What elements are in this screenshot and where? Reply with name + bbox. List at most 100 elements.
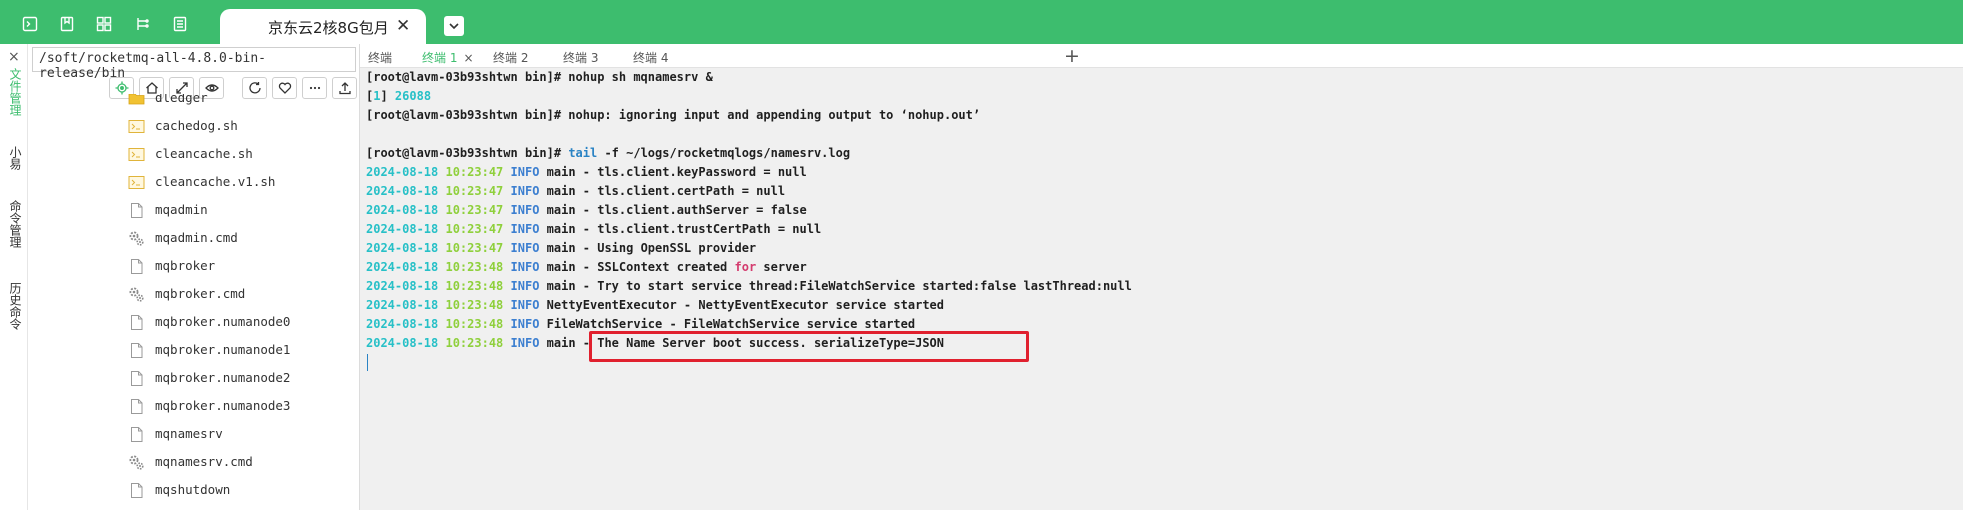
file-list-item[interactable]: mqbroker xyxy=(128,256,358,278)
tab-terminal-1[interactable]: 终端 1 × xyxy=(422,49,474,66)
file-list-item[interactable]: mqadmin xyxy=(128,200,358,222)
log-message-tail: server xyxy=(756,260,807,274)
log-message: main - tls.client.trustCertPath = null xyxy=(539,222,822,236)
log-message: main - tls.client.keyPassword = null xyxy=(539,165,807,179)
grid-icon[interactable] xyxy=(96,16,112,32)
eye-icon xyxy=(205,84,219,92)
file-name: dledger xyxy=(155,94,208,105)
file-panel: × /soft/rocketmq-all-4.8.0-bin-release/b… xyxy=(8,44,360,510)
tab-terminal[interactable]: 终端 xyxy=(368,49,392,66)
file-name: mqbroker.numanode0 xyxy=(155,314,291,329)
log-message: NettyEventExecutor - NettyEventExecutor … xyxy=(539,298,944,312)
file-list-item[interactable]: mqshutdown xyxy=(128,480,358,502)
log-message: main - tls.client.certPath = null xyxy=(539,184,786,198)
list-icon[interactable] xyxy=(172,16,188,32)
terminal-tab-bar: 终端 终端 1 × 终端 2 终端 3 终端 4 + xyxy=(360,44,1963,68)
chevron-down-icon xyxy=(449,23,459,30)
log-time: 10:23:47 xyxy=(445,241,504,255)
file-list-item[interactable]: cachedog.sh xyxy=(128,116,358,138)
log-date: 2024-08-18 xyxy=(366,222,439,236)
terminal-output[interactable]: [root@lavm-03b93shtwn bin]# nohup sh mqn… xyxy=(360,68,1963,510)
rail-item-xiaoyi[interactable]: 小易 xyxy=(6,146,22,170)
bookmark-icon[interactable] xyxy=(59,16,75,32)
log-time: 10:23:47 xyxy=(445,222,504,236)
tab-terminal-2[interactable]: 终端 2 xyxy=(493,49,528,66)
upload-icon xyxy=(339,82,351,95)
file-icon xyxy=(128,482,145,499)
file-name: mqbroker xyxy=(155,258,216,273)
script-file-icon xyxy=(128,174,145,191)
file-list-item[interactable]: mqbroker.numanode1 xyxy=(128,340,358,362)
target-icon xyxy=(115,81,129,95)
log-level: INFO xyxy=(510,203,540,217)
tab-terminal-4[interactable]: 终端 4 xyxy=(633,49,668,66)
log-level: INFO xyxy=(510,165,540,179)
log-time: 10:23:47 xyxy=(445,165,504,179)
rail-item-command-manager[interactable]: 命令管理 xyxy=(6,200,22,248)
log-message: FileWatchService - FileWatchService serv… xyxy=(539,317,916,331)
file-list-item[interactable]: mqbroker.numanode2 xyxy=(128,368,358,390)
refresh-icon xyxy=(249,82,261,94)
log-date: 2024-08-18 xyxy=(366,260,439,274)
log-date: 2024-08-18 xyxy=(366,203,439,217)
file-list-item[interactable]: mqadmin.cmd xyxy=(128,228,358,250)
close-icon[interactable]: ✕ xyxy=(396,17,410,35)
session-dropdown-button[interactable] xyxy=(444,16,464,36)
script-file-icon xyxy=(128,118,145,135)
job-number: 1 xyxy=(373,89,381,103)
file-list-item[interactable]: mqbroker.numanode3 xyxy=(128,396,358,418)
session-tab[interactable]: 京东云2核8G包月 ✕ xyxy=(220,9,426,44)
file-name: mqnamesrv xyxy=(155,426,223,441)
file-list-item[interactable]: mqnamesrv.cmd xyxy=(128,452,358,474)
add-tab-button[interactable]: + xyxy=(1064,45,1080,67)
side-rail: 文件管理 小易 命令管理 历史命令 xyxy=(0,44,28,510)
log-line: 2024-08-18 10:23:47 INFO main - tls.clie… xyxy=(366,221,821,237)
log-time: 10:23:48 xyxy=(445,317,504,331)
close-icon[interactable]: × xyxy=(463,51,473,65)
log-date: 2024-08-18 xyxy=(366,279,439,293)
log-message: main - SSLContext created xyxy=(539,260,735,274)
file-list-item[interactable]: cleancache.sh xyxy=(128,144,358,166)
file-icon xyxy=(128,398,145,415)
rail-item-file-manager[interactable]: 文件管理 xyxy=(6,68,22,116)
terminal-icon[interactable] xyxy=(22,16,38,32)
rail-item-history[interactable]: 历史命令 xyxy=(6,282,22,330)
more-icon xyxy=(309,86,321,90)
file-list-item[interactable]: dledger xyxy=(128,94,358,110)
file-icon xyxy=(128,202,145,219)
log-line: 2024-08-18 10:23:47 INFO main - Using Op… xyxy=(366,240,756,256)
text-cursor xyxy=(367,354,368,371)
terminal-line: [root@lavm-03b93shtwn bin]# nohup sh mqn… xyxy=(366,69,713,85)
file-name: cleancache.v1.sh xyxy=(155,174,276,189)
log-line: 2024-08-18 10:23:47 INFO main - tls.clie… xyxy=(366,183,785,199)
file-name: mqnamesrv.cmd xyxy=(155,454,253,469)
log-line: 2024-08-18 10:23:48 INFO main - SSLConte… xyxy=(366,259,807,275)
file-list-item[interactable]: mqbroker.cmd xyxy=(128,284,358,306)
command-args: -f ~/logs/rocketmqlogs/namesrv.log xyxy=(597,146,851,160)
path-input[interactable]: /soft/rocketmq-all-4.8.0-bin-release/bin xyxy=(32,47,356,81)
session-tab-title: 京东云2核8G包月 xyxy=(268,19,389,37)
prompt: [root@lavm-03b93shtwn bin]# xyxy=(366,108,562,122)
file-list-item[interactable]: mqnamesrv xyxy=(128,424,358,446)
log-line: 2024-08-18 10:23:48 INFO NettyEventExecu… xyxy=(366,297,944,313)
tree-icon[interactable] xyxy=(134,16,150,32)
tab-label: 终端 1 xyxy=(422,51,458,65)
top-bar: 京东云2核8G包月 ✕ xyxy=(0,0,1963,44)
arrows-icon xyxy=(176,82,188,94)
log-level: INFO xyxy=(510,184,540,198)
log-date: 2024-08-18 xyxy=(366,165,439,179)
script-file-icon xyxy=(128,146,145,163)
tab-terminal-3[interactable]: 终端 3 xyxy=(563,49,598,66)
close-icon[interactable]: × xyxy=(8,49,20,65)
file-list-item[interactable]: mqbroker.numanode0 xyxy=(128,312,358,334)
log-level: INFO xyxy=(510,260,540,274)
log-date: 2024-08-18 xyxy=(366,184,439,198)
log-date: 2024-08-18 xyxy=(366,336,439,350)
output-text: nohup: ignoring input and appending outp… xyxy=(561,108,981,122)
log-level: INFO xyxy=(510,222,540,236)
terminal-line: [1] 26088 xyxy=(366,89,432,103)
file-name: mqbroker.numanode1 xyxy=(155,342,291,357)
log-time: 10:23:48 xyxy=(445,279,504,293)
log-line: 2024-08-18 10:23:48 INFO main - Try to s… xyxy=(366,278,1132,294)
file-list-item[interactable]: cleancache.v1.sh xyxy=(128,172,358,194)
